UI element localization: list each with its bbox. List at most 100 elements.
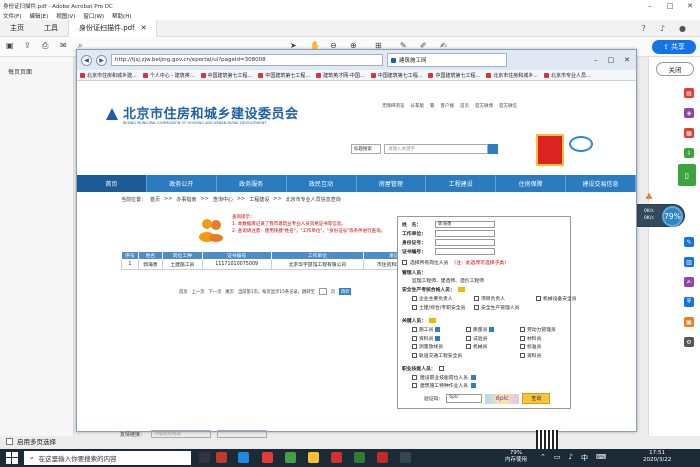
option-item[interactable]: 标准员 — [520, 343, 574, 350]
option-item[interactable]: 测量放线员 — [412, 343, 466, 350]
browser-minimize-icon[interactable]: – — [594, 56, 598, 64]
bell-icon[interactable]: ♪ — [660, 24, 665, 33]
option-item[interactable]: 材料员 — [520, 335, 574, 342]
option-item[interactable]: 机械员 — [466, 343, 520, 350]
app-icon[interactable] — [262, 452, 273, 463]
more-tools-icon[interactable]: ⚙ — [684, 337, 694, 347]
option-checkbox[interactable] — [412, 375, 417, 380]
minimize-icon[interactable]: – — [640, 2, 660, 10]
create-pdf-icon[interactable]: ▤ — [684, 88, 694, 98]
compress-icon[interactable]: ▣ — [684, 317, 694, 327]
option-item[interactable]: 施工员 — [412, 326, 466, 333]
option-checkbox[interactable] — [412, 352, 417, 358]
option-checkbox[interactable] — [474, 296, 479, 301]
app-icon[interactable] — [216, 452, 227, 463]
option-checkbox[interactable] — [412, 344, 417, 349]
name-input[interactable]: 郭海勇 — [435, 221, 495, 228]
fill-sign-icon[interactable]: ✍ — [684, 277, 694, 287]
taskbar-search[interactable]: ⌕ 在这里输入你要搜索的内容 — [24, 451, 191, 465]
option-checkbox[interactable] — [466, 335, 471, 341]
pager-last[interactable]: 尾页 — [225, 289, 234, 295]
breadcrumb-query[interactable]: 查询中心 — [213, 196, 233, 203]
option-item[interactable]: 土建/综合/专职安全员 — [412, 304, 474, 311]
captcha-image[interactable]: 6plc — [485, 393, 520, 404]
acrobat-icon[interactable] — [377, 452, 388, 463]
ime-icon[interactable]: 中 — [581, 453, 588, 463]
table-row[interactable]: 1 郭海勇 土建施工员 11171010075009 北京华宇晟馆工程有限公司 … — [121, 259, 434, 270]
tab-home[interactable]: 主页 — [0, 20, 34, 37]
link-client[interactable]: 客户端 — [441, 103, 455, 109]
clock[interactable]: 17:51 2020/3/22 — [643, 450, 671, 464]
favorite-item[interactable]: 中国建筑第七工程... — [258, 72, 310, 79]
keyboard-icon[interactable]: ⌨ — [596, 453, 606, 463]
app-icon[interactable] — [354, 452, 365, 463]
print-icon[interactable]: ⎙ — [42, 41, 48, 51]
option-checkbox[interactable] — [412, 296, 417, 301]
nav-home[interactable]: 首页 — [77, 175, 147, 192]
favorite-item[interactable]: 北京市住房和城乡建... — [80, 72, 137, 79]
nav-housing[interactable]: 房屋管理 — [357, 175, 427, 192]
link-wechat[interactable]: 官方微信 — [499, 103, 517, 109]
tray-up-icon[interactable]: ⌃ — [540, 453, 546, 463]
organize-pages-icon[interactable]: ▯ — [678, 164, 696, 186]
save-icon[interactable]: ▣ — [6, 41, 14, 50]
pager-prev[interactable]: 上一页 — [192, 289, 205, 295]
cert-input[interactable] — [435, 248, 495, 255]
option-checkbox[interactable] — [412, 335, 417, 341]
menu-edit[interactable]: 编辑(E) — [29, 12, 48, 20]
folder-icon[interactable] — [308, 452, 319, 463]
breadcrumb-guide[interactable]: 办事指南 — [176, 196, 196, 203]
option-item[interactable]: 资料员 — [412, 335, 466, 342]
option-checkbox[interactable] — [520, 352, 525, 358]
menu-help[interactable]: 帮助(H) — [112, 12, 131, 20]
browser-maximize-icon[interactable]: □ — [608, 56, 615, 64]
option-checkbox[interactable] — [412, 383, 417, 388]
option-item[interactable]: 轨道交通工程安全员 — [412, 352, 520, 359]
close-button[interactable]: 关闭 — [656, 62, 694, 76]
favorite-item[interactable]: 个人中心 - 建筑英... — [142, 72, 195, 79]
favorite-item[interactable]: 中国建筑第七工程... — [200, 72, 252, 79]
help-icon[interactable]: ? — [642, 24, 646, 33]
site-search-input[interactable]: 请输入关键字 — [384, 144, 488, 154]
breadcrumb-engineering[interactable]: 工程建设 — [249, 196, 269, 203]
app-icon[interactable] — [400, 452, 411, 463]
search-type-select[interactable]: 标题搜索 — [351, 144, 381, 154]
menu-window[interactable]: 窗口(W) — [83, 12, 104, 20]
site-search-button[interactable] — [488, 144, 498, 154]
favorite-item[interactable]: 北京市住房和城乡... — [486, 72, 538, 79]
menu-view[interactable]: 视图(V) — [56, 12, 75, 20]
tab-document[interactable]: 身份证扫描件.pdf ✕ — [68, 19, 158, 37]
breadcrumb-home[interactable]: 首页 — [150, 196, 160, 203]
cell-name[interactable]: 郭海勇 — [137, 259, 164, 270]
windows-start-icon[interactable] — [6, 452, 18, 464]
nav-interaction[interactable]: 政民互动 — [287, 175, 357, 192]
protect-icon[interactable]: ⛨ — [684, 297, 694, 307]
address-bar[interactable]: http://tjsj.zjw.beijing.gov.cn/eportal/u… — [111, 54, 383, 66]
app-icon[interactable] — [285, 452, 296, 463]
nav-security[interactable]: 住房保障 — [496, 175, 567, 192]
option-checkbox[interactable] — [536, 296, 541, 301]
friend-links-select[interactable]: 市级政府网站 — [151, 430, 212, 438]
option-item[interactable]: 企业主要负责人 — [412, 295, 474, 302]
favorite-item[interactable]: 北京市专业人员... — [544, 72, 591, 79]
expand-icon[interactable] — [470, 375, 476, 380]
expand-icon[interactable] — [470, 383, 476, 388]
nav-service[interactable]: 政务服务 — [217, 175, 287, 192]
link-elder[interactable]: 长辈版 — [411, 103, 425, 109]
section-checkbox[interactable] — [438, 366, 444, 371]
friend-links-select-2[interactable] — [217, 430, 268, 438]
expand-icon[interactable] — [435, 335, 441, 341]
volume-icon[interactable]: ♪ — [569, 453, 573, 463]
link-home[interactable]: 首页 — [460, 103, 469, 109]
option-checkbox[interactable] — [474, 304, 479, 310]
expand-icon[interactable] — [435, 327, 441, 332]
option-checkbox[interactable] — [520, 335, 525, 341]
option-item[interactable]: 机械设备安全员 — [536, 295, 586, 302]
option-checkbox[interactable] — [412, 304, 417, 310]
pager-go-button[interactable]: 跳转 — [339, 288, 352, 295]
option-item[interactable]: 试验员 — [466, 335, 520, 342]
option-checkbox[interactable] — [520, 344, 525, 349]
option-item[interactable]: 安全生产管理人员 — [474, 304, 536, 311]
work-unit-input[interactable] — [435, 230, 495, 237]
sign-in-icon[interactable]: ● — [679, 24, 686, 33]
